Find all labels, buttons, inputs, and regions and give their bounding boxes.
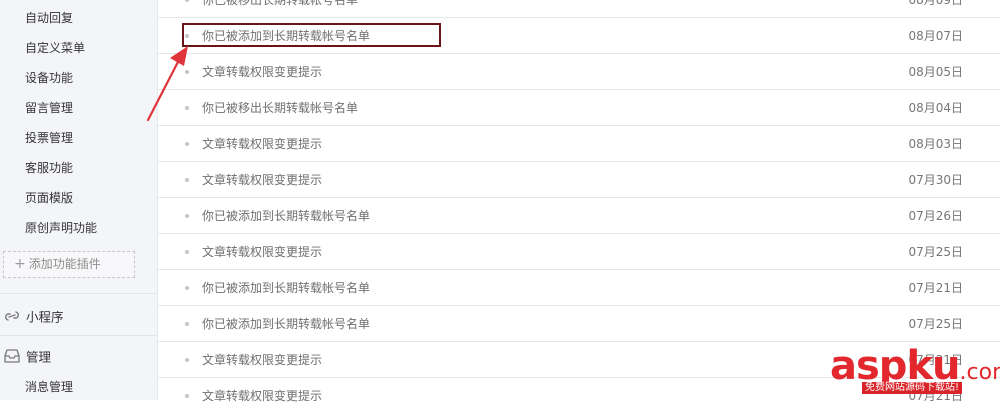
message-list: 你已被移出长期转载帐号名单 08月09日 你已被添加到长期转载帐号名单 08月0… (158, 0, 1000, 403)
bullet-dot (185, 394, 189, 398)
list-item[interactable]: 文章转载权限变更提示 07月30日 (158, 162, 1000, 198)
bullet-dot (185, 142, 189, 146)
sidebar-item-customer-service[interactable]: 客服功能 (25, 160, 73, 176)
message-date: 07月30日 (908, 173, 963, 187)
list-item[interactable]: 你已被添加到长期转载帐号名单 07月25日 (158, 306, 1000, 342)
add-plugin-label: 添加功能插件 (28, 257, 101, 271)
message-title[interactable]: 你已被添加到长期转载帐号名单 (202, 316, 370, 332)
plus-icon: + (14, 256, 26, 272)
sidebar-item-auto-reply[interactable]: 自动回复 (25, 10, 73, 26)
message-title[interactable]: 文章转载权限变更提示 (202, 172, 322, 188)
sidebar-section-mini-program[interactable]: 小程序 (4, 308, 64, 328)
message-date: 08月04日 (908, 101, 963, 115)
sidebar-item-custom-menu[interactable]: 自定义菜单 (25, 40, 85, 56)
watermark-logo: aspku.com 免费网站源码下载站! (826, 346, 1000, 400)
message-title[interactable]: 你已被添加到长期转载帐号名单 (202, 208, 370, 224)
sidebar-item-page-template[interactable]: 页面模版 (25, 190, 73, 206)
message-title[interactable]: 文章转载权限变更提示 (202, 352, 322, 368)
bullet-dot (185, 250, 189, 254)
message-date: 08月07日 (908, 29, 963, 43)
sidebar-divider (0, 293, 157, 294)
message-date: 07月26日 (908, 209, 963, 223)
message-title[interactable]: 你已被移出长期转载帐号名单 (202, 100, 358, 116)
sidebar-section-manage-label: 管理 (26, 349, 52, 365)
bullet-dot (185, 322, 189, 326)
sidebar-item-device[interactable]: 设备功能 (25, 70, 73, 86)
bullet-dot (185, 358, 189, 362)
message-title[interactable]: 你已被移出长期转载帐号名单 (202, 0, 358, 8)
list-item[interactable]: 文章转载权限变更提示 08月05日 (158, 54, 1000, 90)
list-item[interactable]: 你已被移出长期转载帐号名单 08月04日 (158, 90, 1000, 126)
message-title[interactable]: 文章转载权限变更提示 (202, 244, 322, 260)
message-date: 07月21日 (908, 281, 963, 295)
message-title[interactable]: 文章转载权限变更提示 (202, 136, 322, 152)
sidebar-item-vote[interactable]: 投票管理 (25, 130, 73, 146)
message-date: 08月05日 (908, 65, 963, 79)
message-date: 07月25日 (908, 245, 963, 259)
sidebar-item-message-manage[interactable]: 消息管理 (25, 379, 73, 395)
watermark-logo-com: .com (959, 360, 1000, 385)
sidebar-item-comments[interactable]: 留言管理 (25, 100, 73, 116)
sidebar-section-mini-program-label: 小程序 (26, 309, 64, 325)
message-date: 07月25日 (908, 317, 963, 331)
message-title[interactable]: 文章转载权限变更提示 (202, 388, 322, 404)
bullet-dot (185, 286, 189, 290)
sidebar: 自动回复 自定义菜单 设备功能 留言管理 投票管理 客服功能 页面模版 原创声明… (0, 0, 158, 400)
list-item[interactable]: 你已被添加到长期转载帐号名单 07月21日 (158, 270, 1000, 306)
sidebar-divider (0, 335, 157, 336)
bullet-dot (185, 178, 189, 182)
list-item[interactable]: 你已被移出长期转载帐号名单 08月09日 (158, 0, 1000, 18)
message-date: 08月03日 (908, 137, 963, 151)
annotation-arrow-icon (146, 46, 188, 122)
message-title[interactable]: 文章转载权限变更提示 (202, 64, 322, 80)
bullet-dot (185, 0, 189, 2)
inbox-icon (4, 349, 20, 367)
highlight-box (182, 23, 441, 47)
message-title[interactable]: 你已被添加到长期转载帐号名单 (202, 280, 370, 296)
sidebar-section-manage[interactable]: 管理 (4, 349, 51, 367)
bullet-dot (185, 214, 189, 218)
sidebar-item-original-declaration[interactable]: 原创声明功能 (25, 220, 97, 236)
list-item[interactable]: 文章转载权限变更提示 07月25日 (158, 234, 1000, 270)
list-item[interactable]: 你已被添加到长期转载帐号名单 07月26日 (158, 198, 1000, 234)
add-plugin-button[interactable]: + 添加功能插件 (3, 251, 135, 278)
watermark-tagline: 免费网站源码下载站! (862, 382, 963, 394)
list-item[interactable]: 文章转载权限变更提示 08月03日 (158, 126, 1000, 162)
link-icon (4, 308, 20, 328)
message-date: 08月09日 (908, 0, 963, 7)
